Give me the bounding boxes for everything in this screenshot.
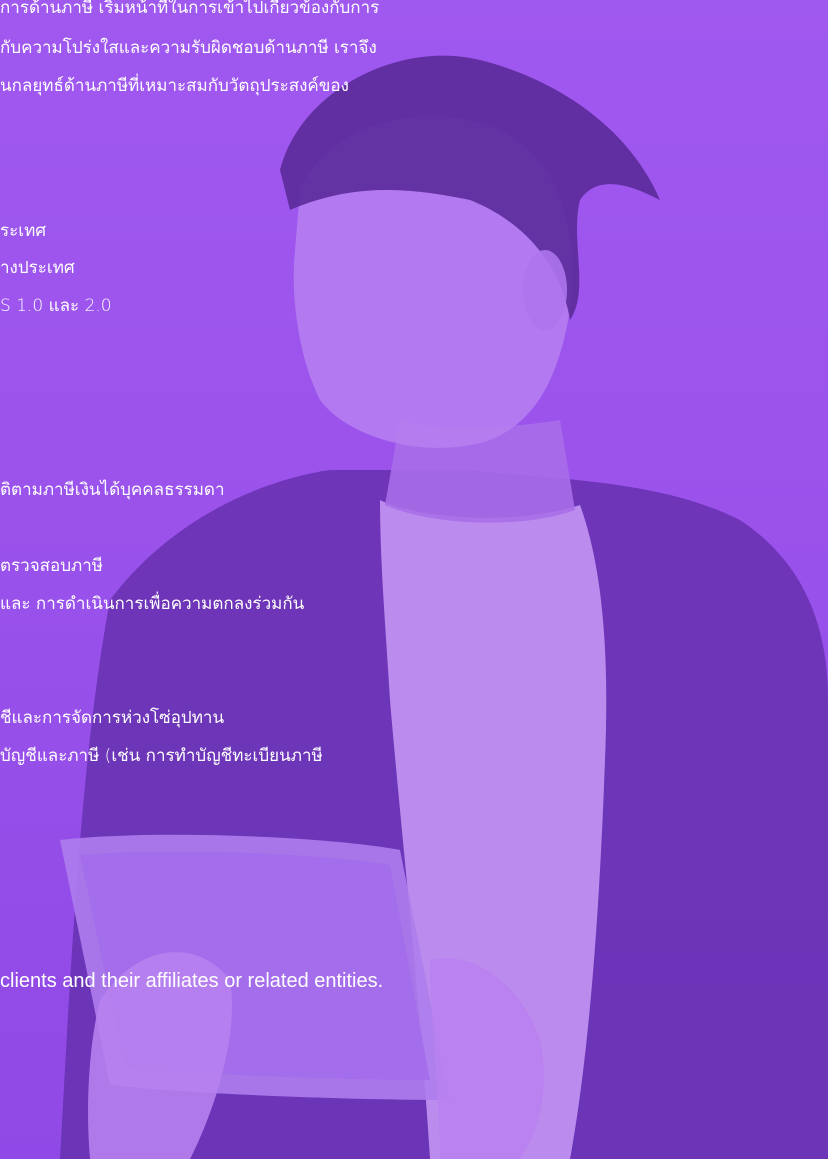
intro-line: กับความโปร่งใสและความรับผิดชอบด้านภาษี เ… (0, 38, 377, 58)
list-item: ระเทศ (0, 221, 47, 241)
list-item: และ การดำเนินการเพื่อความตกลงร่วมกัน (0, 594, 305, 614)
list-item: S 1.0 และ 2.0 (0, 296, 112, 316)
list-item: ชีและการจัดการห่วงโซ่อุปทาน (0, 708, 225, 728)
intro-line: การด้านภาษี เริ่มหน้าที่ในการเข้าไปเกี่ย… (0, 0, 380, 18)
list-item: างประเทศ (0, 258, 75, 278)
list-item: ติตามภาษีเงินได้บุคคลธรรมดา (0, 480, 225, 500)
intro-line: นกลยุทธ์ด้านภาษีที่เหมาะสมกับวัตถุประสงค… (0, 76, 349, 96)
list-item: บัญชีและภาษี (เช่น การทำบัญชีทะเบียนภาษี (0, 746, 323, 766)
disclaimer-footnote: clients and their affiliates or related … (0, 970, 384, 992)
list-item: ตรวจสอบภาษี (0, 556, 104, 576)
